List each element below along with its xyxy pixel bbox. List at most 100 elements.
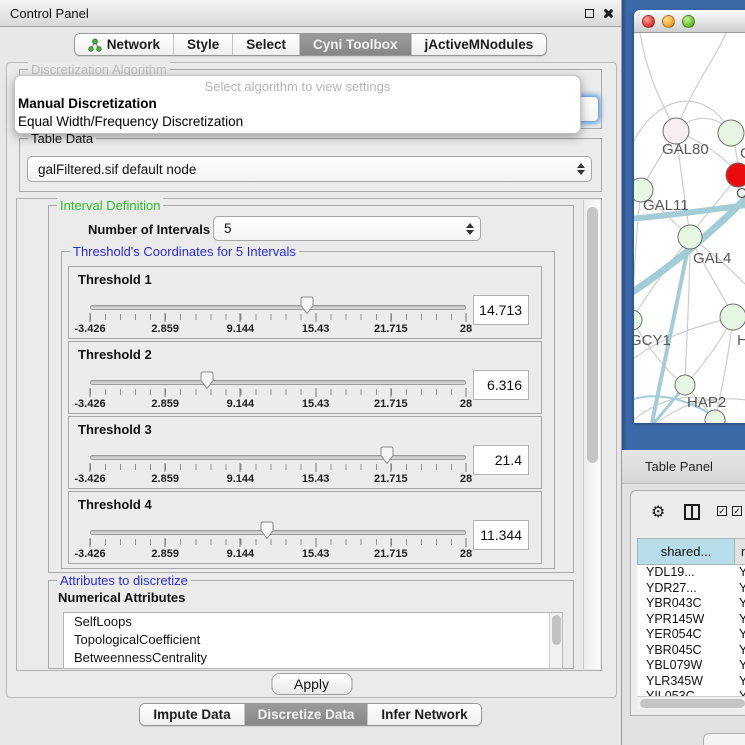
tab-discretize-data[interactable]: Discretize Data [245,704,369,725]
table-header-row: shared... na [637,538,745,565]
list-item[interactable]: SelfLoops [64,613,562,631]
number-of-intervals-combo[interactable]: 5 [213,216,481,241]
threshold-4-value-field[interactable]: 11.344 [473,520,529,550]
table-panel-box: ⚙ shared... na YDL19...YDL1 YDR27...YDR2… [630,490,745,716]
gear-icon[interactable]: ⚙ [651,502,665,521]
tab-select[interactable]: Select [233,34,300,55]
columns-icon[interactable] [684,504,700,520]
right-panel: GAL80 GA C GAL11 GAL4 GCY1 H HAP2 Table … [622,0,745,745]
list-item[interactable]: TopologicalCoefficient [64,631,562,649]
tab-impute-data[interactable]: Impute Data [140,704,244,725]
close-traffic-light-icon[interactable] [642,15,655,28]
close-icon[interactable] [602,8,613,19]
tab-infer-network[interactable]: Infer Network [368,704,480,725]
svg-text:GA: GA [740,145,745,162]
slider-thumb[interactable] [200,371,214,390]
node-table: shared... na YDL19...YDL1 YDR27...YDR2 Y… [637,538,745,698]
number-of-intervals-label: Number of Intervals [88,222,210,237]
threshold-1-panel: Threshold 1 [68,266,542,339]
column-header-name[interactable]: na [735,538,745,565]
settings-scrollbar[interactable] [583,200,600,669]
algorithm-option-manual[interactable]: Manual Discretization [17,95,578,113]
table-row[interactable]: YBR043CYBR0 [637,596,745,612]
table-row[interactable]: YDL19...YDL1 [637,565,745,581]
threshold-2-value-field[interactable]: 6.316 [473,370,529,400]
algorithm-settings-panel: Interval Definition Number of Intervals … [16,198,602,671]
threshold-coordinates-label: Threshold's Coordinates for 5 Intervals [70,244,299,259]
node-gal4[interactable] [678,225,702,249]
slider-thumb[interactable] [380,446,394,465]
combo-spinner-icon [466,223,474,235]
combo-spinner-icon [577,163,585,175]
table-row[interactable]: YBL079WYBL0 [637,658,745,674]
network-canvas[interactable]: GAL80 GA C GAL11 GAL4 GCY1 H HAP2 [634,33,745,423]
table-row[interactable]: YBR045CYBR0 [637,643,745,659]
table-row[interactable]: YIL053CYIL0 [637,689,745,696]
node-red[interactable] [726,163,745,187]
svg-text:GCY1: GCY1 [634,332,671,349]
table-row[interactable]: YLR345WYLR3 [637,674,745,690]
algorithm-option-equal-width[interactable]: Equal Width/Frequency Discretization [17,113,578,131]
svg-text:HAP2: HAP2 [687,394,726,411]
threshold-3-panel: Threshold 3 -3.426 [68,416,542,489]
cyni-content-panel: Discretization Algorithm Select algorith… [6,62,617,698]
threshold-3-value-field[interactable]: 21.4 [473,445,529,475]
table-panel-titlebar: Table Panel [622,450,745,484]
interval-definition-label: Interval Definition [57,198,163,213]
threshold-3-slider[interactable]: -3.426 2.859 9.144 15.43 21.715 28 [90,417,466,490]
network-view-window: GAL80 GA C GAL11 GAL4 GCY1 H HAP2 [634,10,745,423]
top-tab-bar: Network Style Select Cyni Toolbox jActiv… [0,33,621,56]
node-h[interactable] [720,304,745,330]
tab-jactivemnodules[interactable]: jActiveMNodules [412,34,547,55]
numerical-attributes-list: SelfLoops TopologicalCoefficient Between… [63,612,563,669]
slider-thumb[interactable] [260,521,274,540]
apply-button[interactable]: Apply [271,673,352,695]
threshold-1-value-field[interactable]: 14.713 [473,295,529,325]
table-panel-body: ⚙ shared... na YDL19...YDL1 YDR27...YDR2… [622,484,745,745]
svg-text:C: C [736,185,745,202]
algorithm-dropdown-popup: Select algorithm to view settings Manual… [14,75,581,134]
checkbox-icon[interactable] [732,506,742,516]
column-header-shared-name[interactable]: shared... [637,538,735,565]
checkbox-icon[interactable] [717,506,727,516]
node-top-right[interactable] [718,120,744,146]
table-data-combo[interactable]: galFiltered.sif default node [27,156,592,182]
table-row[interactable]: YER054CYER0 [637,627,745,643]
panel-title: Control Panel [10,6,89,21]
network-window-frame: GAL80 GA C GAL11 GAL4 GCY1 H HAP2 [622,0,745,450]
threshold-4-panel: Threshold 4 -3.426 [68,491,542,564]
control-panel-titlebar: Control Panel [0,0,621,27]
svg-text:GAL11: GAL11 [643,197,689,214]
threshold-2-slider[interactable]: -3.426 2.859 9.144 15.43 21.715 28 [90,342,466,415]
zoom-traffic-light-icon[interactable] [682,15,695,28]
node-gcy1[interactable] [634,310,642,330]
table-toolbar: ⚙ [631,491,745,537]
slider-thumb[interactable] [300,296,314,315]
algorithm-popup-hint: Select algorithm to view settings [17,78,578,95]
svg-text:H: H [737,332,745,349]
threshold-4-slider[interactable]: -3.426 2.859 9.144 15.43 21.715 28 [90,492,466,565]
network-window-titlebar[interactable] [634,10,745,33]
minimize-traffic-light-icon[interactable] [662,15,675,28]
list-item[interactable]: BetweennessCentrality [64,649,562,667]
attributes-group: Attributes to discretize Numerical Attri… [48,580,574,669]
node-hap2[interactable] [675,375,695,395]
threshold-coordinates-group: Threshold's Coordinates for 5 Intervals … [61,251,555,569]
threshold-2-panel: Threshold 2 -3.426 [68,341,542,414]
threshold-1-slider[interactable]: -3.426 2.859 9.144 15.43 21.715 28 [90,267,466,340]
attributes-scrollbar[interactable] [549,613,562,668]
table-row[interactable]: YPR145WYPR1 [637,612,745,628]
table-panel-title: Table Panel [645,459,713,474]
svg-text:GAL4: GAL4 [693,250,731,267]
float-window-icon[interactable] [585,9,594,18]
tab-style[interactable]: Style [174,34,233,55]
numerical-attributes-label: Numerical Attributes [58,590,185,605]
tab-cyni-toolbox[interactable]: Cyni Toolbox [300,34,412,55]
tab-network[interactable]: Network [75,34,174,55]
svg-text:GAL80: GAL80 [662,141,709,158]
table-panel-bottom-widget [703,733,745,745]
table-horizontal-scrollbar[interactable] [637,696,745,710]
table-row[interactable]: YDR27...YDR2 [637,581,745,597]
network-icon [88,38,102,52]
table-data-group: Table Data galFiltered.sif default node [19,138,602,192]
